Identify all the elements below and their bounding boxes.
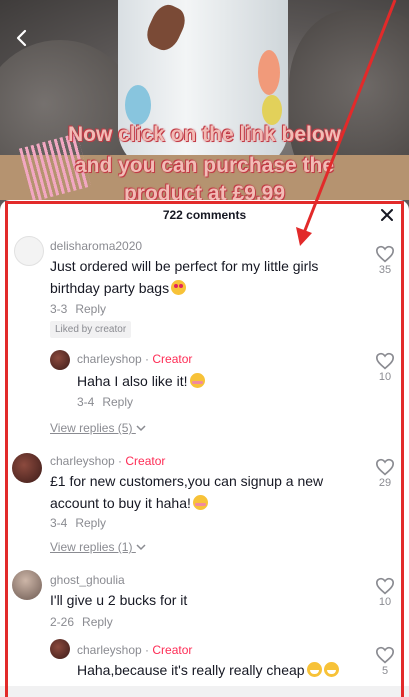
chevron-down-icon	[136, 425, 146, 432]
heart-outline-icon	[375, 458, 395, 476]
comment-input-bar[interactable]	[0, 686, 409, 697]
video-caption-line: Now click on the link below	[67, 123, 342, 146]
avatar[interactable]	[12, 570, 42, 600]
reply-username[interactable]: charleyshop · Creator	[77, 643, 192, 657]
avatar[interactable]	[50, 639, 70, 659]
reply-meta: 3-4 Reply	[77, 395, 133, 409]
close-button[interactable]	[381, 206, 393, 226]
comments-count: 722 comments	[162, 208, 247, 222]
creator-badge: Creator	[125, 454, 166, 468]
close-icon	[381, 209, 393, 221]
like-button[interactable]: 10	[373, 577, 397, 608]
comment-date: 3-4	[50, 516, 68, 530]
reply-button[interactable]: Reply	[82, 615, 113, 629]
reply-date: 3-4	[77, 395, 95, 409]
like-button[interactable]: 5	[373, 646, 397, 677]
reply-button[interactable]: Reply	[102, 395, 133, 409]
heart-eyes-emoji	[171, 280, 187, 295]
like-count: 35	[378, 264, 392, 276]
smiling-hearts-emoji	[189, 373, 205, 388]
view-replies-button[interactable]: View replies (5)	[50, 421, 146, 435]
chevron-left-icon	[16, 29, 27, 47]
grinning-sweat-emoji	[323, 662, 339, 677]
avatar[interactable]	[50, 350, 70, 370]
back-button[interactable]	[12, 28, 32, 48]
comment-date: 2-26	[50, 615, 75, 629]
bottle-decoration	[125, 85, 151, 125]
reply-text: Haha,because it's really really cheap	[77, 659, 367, 681]
comment-text: I'll give u 2 bucks for it	[50, 592, 188, 608]
creator-badge: Creator	[152, 643, 193, 657]
comments-header: 722 comments	[0, 200, 409, 230]
comment-text: Just ordered will be perfect for my litt…	[50, 258, 319, 296]
creator-badge: Creator	[152, 352, 193, 366]
comment-date: 3-3	[50, 302, 68, 316]
like-button[interactable]: 10	[373, 352, 397, 383]
reply-button[interactable]: Reply	[75, 302, 106, 316]
heart-outline-icon	[375, 352, 395, 370]
like-count: 10	[378, 596, 392, 608]
reply-username[interactable]: charleyshop · Creator	[77, 352, 192, 366]
grinning-sweat-emoji	[306, 662, 322, 677]
comment-meta: 3-4 Reply	[50, 516, 106, 530]
heart-outline-icon	[375, 577, 395, 595]
like-count: 29	[378, 477, 392, 489]
comment-text: £1 for new customers,you can signup a ne…	[50, 473, 324, 511]
view-replies-button[interactable]: View replies (1)	[50, 540, 146, 554]
like-count: 10	[378, 371, 392, 383]
reply-button[interactable]: Reply	[75, 516, 106, 530]
smiling-hearts-emoji	[192, 495, 208, 510]
avatar[interactable]	[14, 236, 44, 266]
comment-username[interactable]: charleyshop · Creator	[50, 454, 165, 468]
like-button[interactable]: 29	[373, 458, 397, 489]
reply-text: Haha I also like it!	[77, 370, 347, 392]
comment-meta: 3-3 Reply	[50, 302, 106, 316]
heart-outline-icon	[375, 245, 395, 263]
comment-meta: 2-26 Reply	[50, 615, 113, 629]
bottle-decoration	[262, 95, 282, 125]
like-button[interactable]: 35	[373, 245, 397, 276]
comments-panel: 722 comments delisharoma2020 Just ordere…	[0, 200, 409, 697]
chevron-down-icon	[136, 544, 146, 551]
like-count: 5	[381, 665, 389, 677]
video-caption-line: and you can purchase the	[74, 154, 335, 177]
bottle-decoration	[258, 50, 280, 95]
comment-username[interactable]: ghost_ghoulia	[50, 573, 125, 587]
avatar[interactable]	[12, 453, 42, 483]
comment-username[interactable]: delisharoma2020	[50, 239, 142, 253]
liked-by-creator-badge: Liked by creator	[50, 321, 132, 338]
heart-outline-icon	[375, 646, 395, 664]
